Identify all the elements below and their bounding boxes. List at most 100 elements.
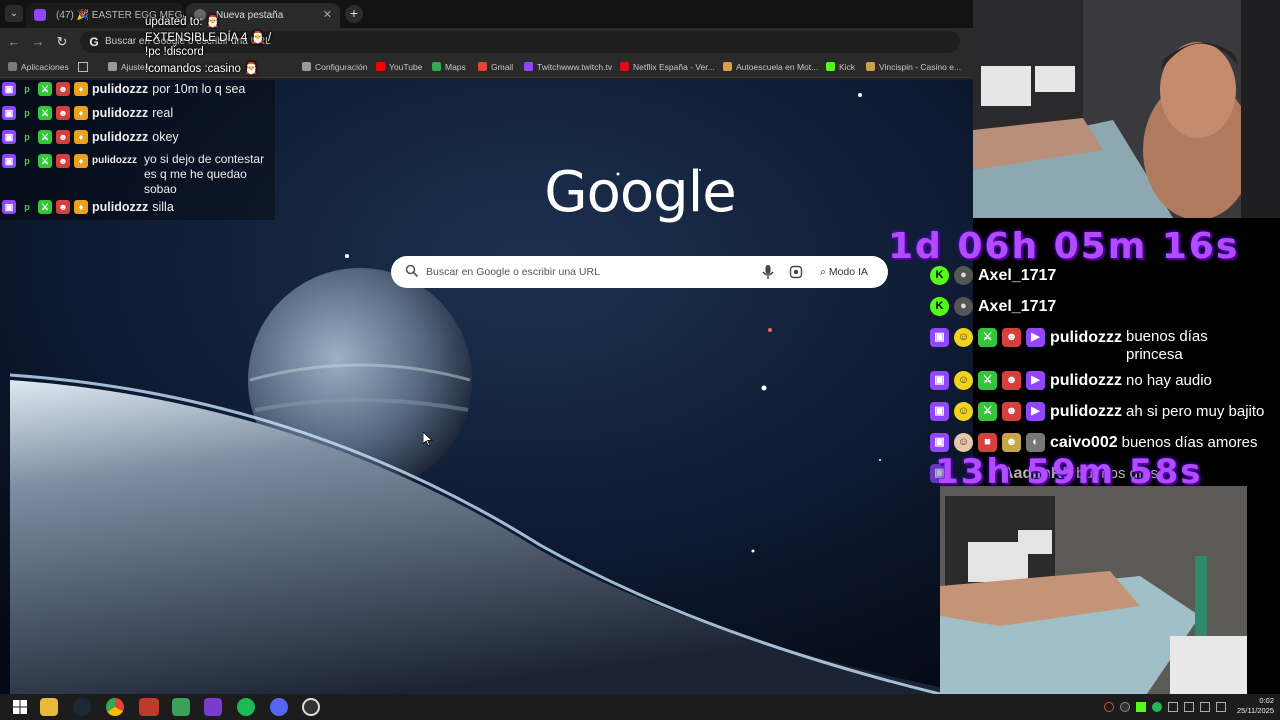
bookmark-label: Kick	[839, 62, 856, 72]
chat-text: no hay audio	[1125, 372, 1212, 389]
bookmark-favicon-icon	[826, 62, 835, 71]
bookmark-item[interactable]: Vincispin - Casino e...	[866, 56, 961, 78]
chat-text: silla	[152, 199, 174, 214]
chat-username: Axel_1717	[978, 266, 1057, 284]
bookmark-item[interactable]: Twitchwww.twitch.tv	[524, 56, 612, 78]
avatar: ☺	[954, 402, 973, 421]
new-tab-button[interactable]: +	[345, 5, 363, 23]
obs-icon[interactable]	[302, 698, 320, 716]
clock[interactable]: 0:02 25/11/2025	[1237, 696, 1274, 716]
emote-badge-icon: ☻	[1002, 328, 1021, 347]
stream-timer-bottom: 13h 59m 58s	[935, 452, 1203, 492]
apps-grid-icon[interactable]	[78, 62, 88, 72]
chrome-icon[interactable]	[106, 698, 124, 716]
tray-icon[interactable]	[1136, 702, 1146, 712]
drop-badge-icon: ♦	[74, 153, 88, 168]
overlay-updated-line: !pc !discord	[145, 46, 204, 58]
stream-deck-icon[interactable]	[139, 698, 159, 716]
chat-text: yo si dejo de contestar es q me he queda…	[144, 152, 265, 196]
network-icon[interactable]	[1184, 702, 1194, 712]
bookmark-item[interactable]: Aplicaciones	[8, 56, 69, 78]
emote-badge-icon: ☻	[56, 153, 70, 168]
emote-badge-icon: ☻	[56, 129, 70, 144]
bookmark-label: Autoescuela en Mot...	[736, 62, 819, 72]
browser-window: ⌄ (47) 🎉 EASTER EGG MEGA Nueva pestaña ✕…	[0, 0, 973, 694]
tray-icon[interactable]	[1104, 702, 1114, 712]
chat-message: ▣ p ⚔ ☻ ♦ pulidozzz por 10m lo q sea	[2, 80, 245, 104]
tray-icon[interactable]	[1168, 702, 1178, 712]
close-tab-icon[interactable]: ✕	[323, 3, 332, 28]
chat-message: ▣ p ⚔ ☻ ♦ pulidozzz silla	[2, 198, 174, 222]
chat-message: ▣ ☺ ■ ☻ ◐ caivo002 buenos días amores	[930, 433, 1258, 452]
drop-badge-icon: ♦	[74, 129, 88, 144]
chat-username: pulidozzz	[92, 199, 149, 214]
volume-icon[interactable]	[1200, 702, 1210, 712]
forward-button[interactable]: →	[30, 34, 46, 50]
reload-button[interactable]: ↻	[54, 34, 70, 50]
bookmark-favicon-icon	[620, 62, 629, 71]
discord-icon[interactable]	[270, 698, 288, 716]
chat-username: pulidozzz	[92, 105, 149, 120]
chat-overlay-left: ▣ p ⚔ ☻ ♦ pulidozzz por 10m lo q sea ▣ p ⚔ ☻ ♦ puli…	[0, 80, 275, 220]
stream-timer-top: 1d 06h 05m 16s	[888, 226, 1240, 267]
bookmark-label: Aplicaciones	[21, 62, 69, 72]
spotify-icon[interactable]	[237, 698, 255, 716]
webcam-top	[973, 0, 1280, 218]
prime-badge-icon: p	[24, 201, 30, 212]
game-app-icon[interactable]	[204, 698, 222, 716]
chat-message: K ● Axel_1717	[930, 297, 1060, 316]
sword-badge-icon: ⚔	[38, 153, 52, 168]
clock-date: 25/11/2025	[1237, 706, 1274, 715]
tab-search-button[interactable]: ⌄	[5, 5, 23, 22]
bookmark-item[interactable]: Kick	[826, 56, 855, 78]
bookmark-favicon-icon	[302, 62, 311, 71]
search-box[interactable]: Buscar en Google o escribir una URL ⌕ Mo…	[391, 256, 888, 288]
kick-icon: K	[930, 266, 949, 285]
tab-label: Nueva pestaña	[216, 10, 284, 21]
emote-badge-icon: ☻	[56, 81, 70, 96]
overlay-updated-line: updated to: 🎅	[145, 16, 221, 28]
bookmark-item[interactable]: Maps	[432, 56, 466, 78]
prime-badge-icon: p	[24, 131, 30, 142]
back-button[interactable]: ←	[6, 34, 22, 50]
bookmark-label: Vincispin - Casino e...	[879, 62, 962, 72]
search-icon	[405, 264, 419, 278]
google-icon: G	[89, 35, 99, 49]
sword-badge-icon: ⚔	[38, 105, 52, 120]
twitch-icon: ▣	[930, 371, 949, 390]
chat-message: ▣ p ⚔ ☻ ♦ pulidozzz okey	[2, 128, 179, 152]
ai-mode-button[interactable]: ⌕ Modo IA	[812, 261, 876, 283]
bookmark-item[interactable]: Netflix España - Ver...	[620, 56, 715, 78]
sword-badge-icon: ⚔	[38, 199, 52, 214]
kick-icon: K	[930, 297, 949, 316]
twitch-icon: ▣	[2, 129, 16, 144]
bookmark-item[interactable]: Gmail	[478, 56, 513, 78]
bookmark-item[interactable]: Ajustes	[108, 56, 149, 78]
emote-badge-icon: ☻	[1002, 433, 1021, 452]
bookmark-item[interactable]: YouTube	[376, 56, 422, 78]
chat-message: ▣ ☺ ⚔ ☻ ▶ pulidozzz ah si pero muy bajito	[930, 402, 1264, 421]
tray-icon[interactable]	[1120, 702, 1130, 712]
steam-icon[interactable]	[73, 698, 91, 716]
xbox-icon[interactable]	[172, 698, 190, 716]
battery-icon[interactable]	[1216, 702, 1226, 712]
windows-start-icon[interactable]	[11, 698, 29, 716]
bookmark-item[interactable]: Autoescuela en Mot...	[723, 56, 818, 78]
emote-badge-icon: ☻	[56, 105, 70, 120]
twitch-icon	[34, 9, 46, 21]
overlay-updated-line: EXTENSIBLE DÍA 4 🎅 /	[145, 32, 272, 44]
microphone-icon[interactable]	[761, 264, 775, 280]
chat-message: K ● Axel_1717	[930, 266, 1060, 285]
file-explorer-icon[interactable]	[40, 698, 58, 716]
chat-username: caivo002	[1050, 433, 1118, 451]
drop-badge-icon: ♦	[74, 81, 88, 96]
tray-icon[interactable]	[1152, 702, 1162, 712]
chat-username: pulidozzz	[92, 81, 149, 96]
twitch-icon: ▣	[2, 199, 16, 214]
bookmark-item[interactable]: Configuración	[302, 56, 367, 78]
chat-username: pulidozzz	[92, 129, 149, 144]
chat-text: por 10m lo q sea	[152, 81, 246, 96]
google-lens-icon[interactable]	[789, 264, 803, 280]
system-tray: 0:02 25/11/2025	[1100, 694, 1280, 720]
overlay-updated-line: !comandos :casino 🎅	[145, 63, 259, 75]
